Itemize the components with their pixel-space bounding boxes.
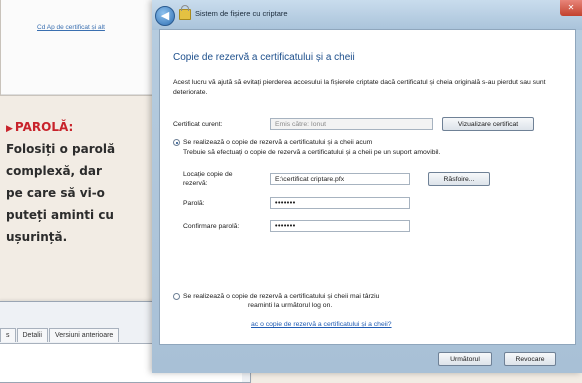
backup-location-label: Locație copie de rezervă: — [183, 171, 233, 187]
background-window-fragment: Cd Ap de certificat și alt — [0, 0, 154, 96]
wizard-footer: Următorul Revocare — [152, 345, 582, 373]
confirm-password-label: Confirmare parolă: — [183, 223, 240, 230]
parola-tip-text: Folosiți o parolă complexă, dar pe care … — [6, 138, 154, 248]
backup-later-hint: reaminti la următorul log on. — [248, 302, 333, 309]
password-field[interactable]: ••••••• — [270, 197, 410, 209]
parola-tip-line: complexă, dar — [6, 164, 102, 178]
parola-tip-title-text: PAROLĂ: — [14, 120, 74, 134]
back-arrow-icon[interactable]: ◀ — [155, 6, 175, 26]
wizard-title: Sistem de fișiere cu criptare — [195, 9, 288, 18]
parola-tip-line: Folosiți o parolă — [6, 142, 116, 156]
current-certificate-label: Certificat curent: — [173, 121, 223, 128]
confirm-password-field[interactable]: ••••••• — [270, 220, 410, 232]
page-description: Acest lucru vă ajută să evitați pierdere… — [173, 79, 546, 96]
parola-tip-line: pe care să vi-o — [6, 186, 105, 200]
backup-now-hint: Trebuie să efectuați o copie de rezervă … — [183, 149, 441, 156]
backup-later-label: Se realizează o copie de rezervă a certi… — [183, 293, 380, 300]
help-link[interactable]: ac o copie de rezervă a certificatului ș… — [251, 321, 392, 328]
password-label: Parolă: — [183, 200, 205, 207]
wizard-content: Copie de rezervă a certificatului și a c… — [159, 29, 576, 345]
properties-tabs: s Detalii Versiuni anterioare — [0, 328, 120, 342]
backup-now-radio[interactable] — [173, 139, 180, 146]
next-button[interactable]: Următorul — [438, 352, 492, 366]
tab-partial[interactable]: s — [0, 328, 16, 342]
lock-icon — [179, 5, 191, 20]
parola-tip-line: puteți aminti cu — [6, 208, 114, 222]
tab-previous-versions[interactable]: Versiuni anterioare — [48, 328, 120, 342]
page-title: Copie de rezervă a certificatului și a c… — [173, 52, 355, 63]
current-certificate-field: Emis către: Ionut — [270, 118, 433, 130]
parola-tip-section: ▶ PAROLĂ: Folosiți o parolă complexă, dar… — [6, 120, 154, 248]
backup-location-field[interactable]: E:\certificat criptare.pfx — [270, 173, 410, 185]
browse-button[interactable]: Răsfoire... — [428, 172, 490, 186]
cancel-button[interactable]: Revocare — [504, 352, 556, 366]
triangle-bullet-icon: ▶ — [6, 124, 13, 134]
close-button[interactable]: ✕ — [560, 0, 582, 16]
efs-backup-wizard: ◀ Sistem de fișiere cu criptare ✕ Copie … — [152, 0, 582, 373]
tab-details[interactable]: Detalii — [16, 328, 48, 342]
parola-tip-line: ușurință. — [6, 230, 68, 244]
wizard-titlebar: ◀ Sistem de fișiere cu criptare ✕ — [152, 0, 582, 30]
view-certificate-button[interactable]: Vizualizare certificat — [442, 117, 534, 131]
backup-later-radio[interactable] — [173, 293, 180, 300]
background-window-link: Cd Ap de certificat și alt — [37, 24, 105, 31]
parola-tip-title: ▶ PAROLĂ: — [6, 120, 154, 134]
backup-now-label: Se realizează o copie de rezervă a certi… — [183, 139, 373, 146]
